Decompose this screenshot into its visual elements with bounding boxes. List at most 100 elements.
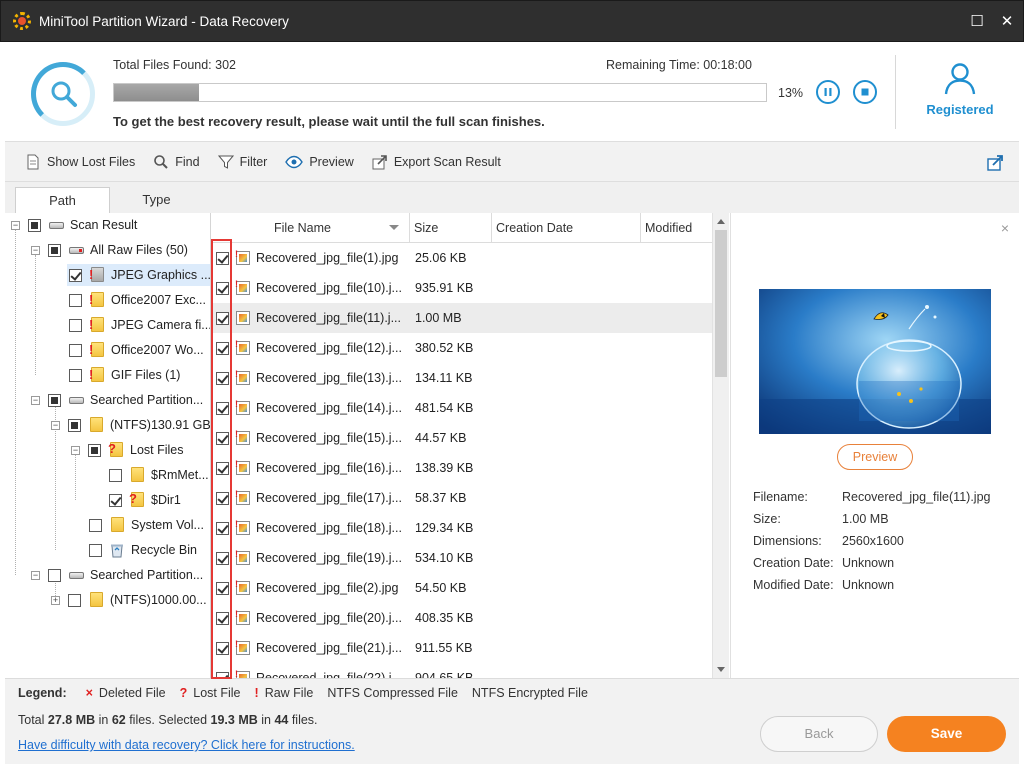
collapse-toggle[interactable]: − — [31, 245, 40, 255]
selected-size: 19.3 MB — [210, 713, 258, 727]
tree-checkbox[interactable] — [109, 468, 122, 482]
file-size: 408.35 KB — [415, 611, 474, 625]
file-row[interactable]: ! Recovered_jpg_file(15).j... 44.57 KB — [212, 423, 712, 453]
file-row[interactable]: ! Recovered_jpg_file(19).j... 534.10 KB — [212, 543, 712, 573]
tree-item-all-raw-files[interactable]: − All Raw Files (50) — [31, 239, 188, 261]
collapse-toggle[interactable]: − — [31, 570, 40, 580]
file-name: Recovered_jpg_file(1).jpg — [256, 251, 399, 265]
tree-item-dir1[interactable]: ? $Dir1 — [109, 489, 181, 511]
find-button[interactable]: Find — [153, 154, 200, 170]
raw-jpg-file-icon: ! — [235, 669, 250, 678]
totals-text: files. — [288, 713, 318, 727]
tree-item-rmmet[interactable]: $RmMet... — [109, 464, 209, 486]
tree-checkbox[interactable] — [109, 493, 122, 507]
status-footer: Legend: × Deleted File ? Lost File ! Raw Fi… — [5, 678, 1019, 764]
lost-folder-icon: ? — [129, 492, 145, 508]
tree-item-ntfs-1000[interactable]: + (NTFS)1000.00... — [51, 589, 207, 611]
file-row[interactable]: Recovered_jpg_file(11).j... 1.00 MB — [212, 303, 712, 333]
share-button[interactable] — [987, 153, 1005, 174]
file-row[interactable]: ! Recovered_jpg_file(13).j... 134.11 KB — [212, 363, 712, 393]
tree-item-label: Office2007 Exc... — [111, 293, 206, 307]
file-size: 134.11 KB — [415, 371, 473, 385]
file-row[interactable]: ! Recovered_jpg_file(21).j... 911.55 KB — [212, 633, 712, 663]
tree-item-scan-result[interactable]: − Scan Result — [11, 214, 137, 236]
tree-item-ntfs-130[interactable]: − (NTFS)130.91 GB — [51, 414, 210, 436]
help-link[interactable]: Have difficulty with data recovery? Clic… — [18, 738, 355, 752]
file-row[interactable]: ! Recovered_jpg_file(20).j... 408.35 KB — [212, 603, 712, 633]
file-row[interactable]: ! Recovered_jpg_file(2).jpg 54.50 KB — [212, 573, 712, 603]
tree-checkbox[interactable] — [48, 393, 61, 407]
tree-checkbox[interactable] — [89, 518, 102, 532]
tab-path[interactable]: Path — [15, 187, 110, 213]
column-file-name[interactable]: File Name — [234, 213, 409, 243]
tree-item-system-vol[interactable]: System Vol... — [89, 514, 204, 536]
tree-item-label: System Vol... — [131, 518, 204, 532]
close-button[interactable]: ✕ — [997, 12, 1017, 32]
back-button[interactable]: Back — [760, 716, 878, 752]
column-modified[interactable]: Modified — [640, 213, 712, 243]
tree-checkbox[interactable] — [28, 218, 41, 232]
tree-checkbox[interactable] — [68, 593, 81, 607]
tree-checkbox[interactable] — [89, 543, 102, 557]
tree-item-gif-files[interactable]: ! GIF Files (1) — [69, 364, 180, 386]
collapse-toggle[interactable]: − — [31, 395, 40, 405]
file-row[interactable]: ! Recovered_jpg_file(16).j... 138.39 KB — [212, 453, 712, 483]
raw-jpg-file-icon: ! — [235, 369, 250, 385]
tree-item-searched-partition-2[interactable]: − Searched Partition... — [31, 564, 203, 586]
title-bar: MiniTool Partition Wizard - Data Recover… — [0, 0, 1024, 42]
tree-checkbox[interactable] — [68, 418, 81, 432]
tree-checkbox[interactable] — [69, 318, 82, 332]
export-scan-result-button[interactable]: Export Scan Result — [372, 154, 501, 170]
expand-toggle[interactable]: + — [51, 595, 60, 605]
file-size: 1.00 MB — [415, 311, 462, 325]
tree-item-office2007-exc[interactable]: ! Office2007 Exc... — [69, 289, 206, 311]
scroll-thumb[interactable] — [715, 230, 727, 377]
tree-checkbox[interactable] — [88, 443, 101, 457]
file-row[interactable]: ! Recovered_jpg_file(18).j... 129.34 KB — [212, 513, 712, 543]
show-lost-files-button[interactable]: Show Lost Files — [25, 154, 135, 170]
stop-button[interactable] — [853, 80, 877, 104]
tree-item-lost-files[interactable]: − ? Lost Files — [71, 439, 184, 461]
file-list-scrollbar[interactable] — [712, 213, 729, 678]
file-row[interactable]: ! Recovered_jpg_file(22).j... 904.65 KB — [212, 663, 712, 678]
tree-item-recycle-bin[interactable]: Recycle Bin — [89, 539, 197, 561]
scroll-up-icon[interactable] — [717, 219, 725, 224]
collapse-toggle[interactable]: − — [11, 220, 20, 230]
file-row[interactable]: ! Recovered_jpg_file(1).jpg 25.06 KB — [212, 243, 712, 273]
tree-checkbox[interactable] — [69, 368, 82, 382]
file-row[interactable]: ! Recovered_jpg_file(17).j... 58.37 KB — [212, 483, 712, 513]
tree-item-jpeg-graphics[interactable]: ! JPEG Graphics ... — [67, 264, 210, 286]
preview-button[interactable]: Preview — [837, 444, 913, 470]
collapse-toggle[interactable]: − — [51, 420, 60, 430]
registered-badge[interactable]: Registered — [910, 61, 1010, 117]
tree-checkbox[interactable] — [48, 568, 61, 582]
registered-label: Registered — [926, 102, 994, 117]
file-row[interactable]: ! Recovered_jpg_file(12).j... 380.52 KB — [212, 333, 712, 363]
tree-item-searched-partition-1[interactable]: − Searched Partition... — [31, 389, 203, 411]
tree-item-office2007-wo[interactable]: ! Office2007 Wo... — [69, 339, 204, 361]
scroll-down-icon[interactable] — [717, 667, 725, 672]
preview-toolbar-label: Preview — [309, 154, 354, 169]
tree-checkbox[interactable] — [48, 243, 61, 257]
preview-toolbar-button[interactable]: Preview — [285, 154, 354, 170]
pause-button[interactable] — [816, 80, 840, 104]
tree-checkbox[interactable] — [69, 268, 82, 282]
file-row[interactable]: ! Recovered_jpg_file(14).j... 481.54 KB — [212, 393, 712, 423]
collapse-toggle[interactable]: − — [71, 445, 80, 455]
drive-icon — [68, 567, 84, 583]
save-button[interactable]: Save — [887, 716, 1006, 752]
column-file-name-label: File Name — [274, 221, 331, 235]
close-preview-icon[interactable]: × — [1001, 220, 1009, 236]
raw-jpg-file-icon: ! — [235, 459, 250, 475]
total-files-found: Total Files Found: 302 — [113, 58, 236, 72]
maximize-button[interactable]: ☐ — [967, 12, 987, 32]
tree-item-jpeg-camera[interactable]: ! JPEG Camera fi... — [69, 314, 210, 336]
raw-jpg-file-icon: ! — [235, 489, 250, 505]
column-size[interactable]: Size — [409, 213, 491, 243]
tree-checkbox[interactable] — [69, 343, 82, 357]
filter-button[interactable]: Filter — [217, 154, 267, 170]
tree-checkbox[interactable] — [69, 293, 82, 307]
tab-type[interactable]: Type — [109, 187, 204, 213]
column-creation-date[interactable]: Creation Date — [491, 213, 640, 243]
file-row[interactable]: ! Recovered_jpg_file(10).j... 935.91 KB — [212, 273, 712, 303]
